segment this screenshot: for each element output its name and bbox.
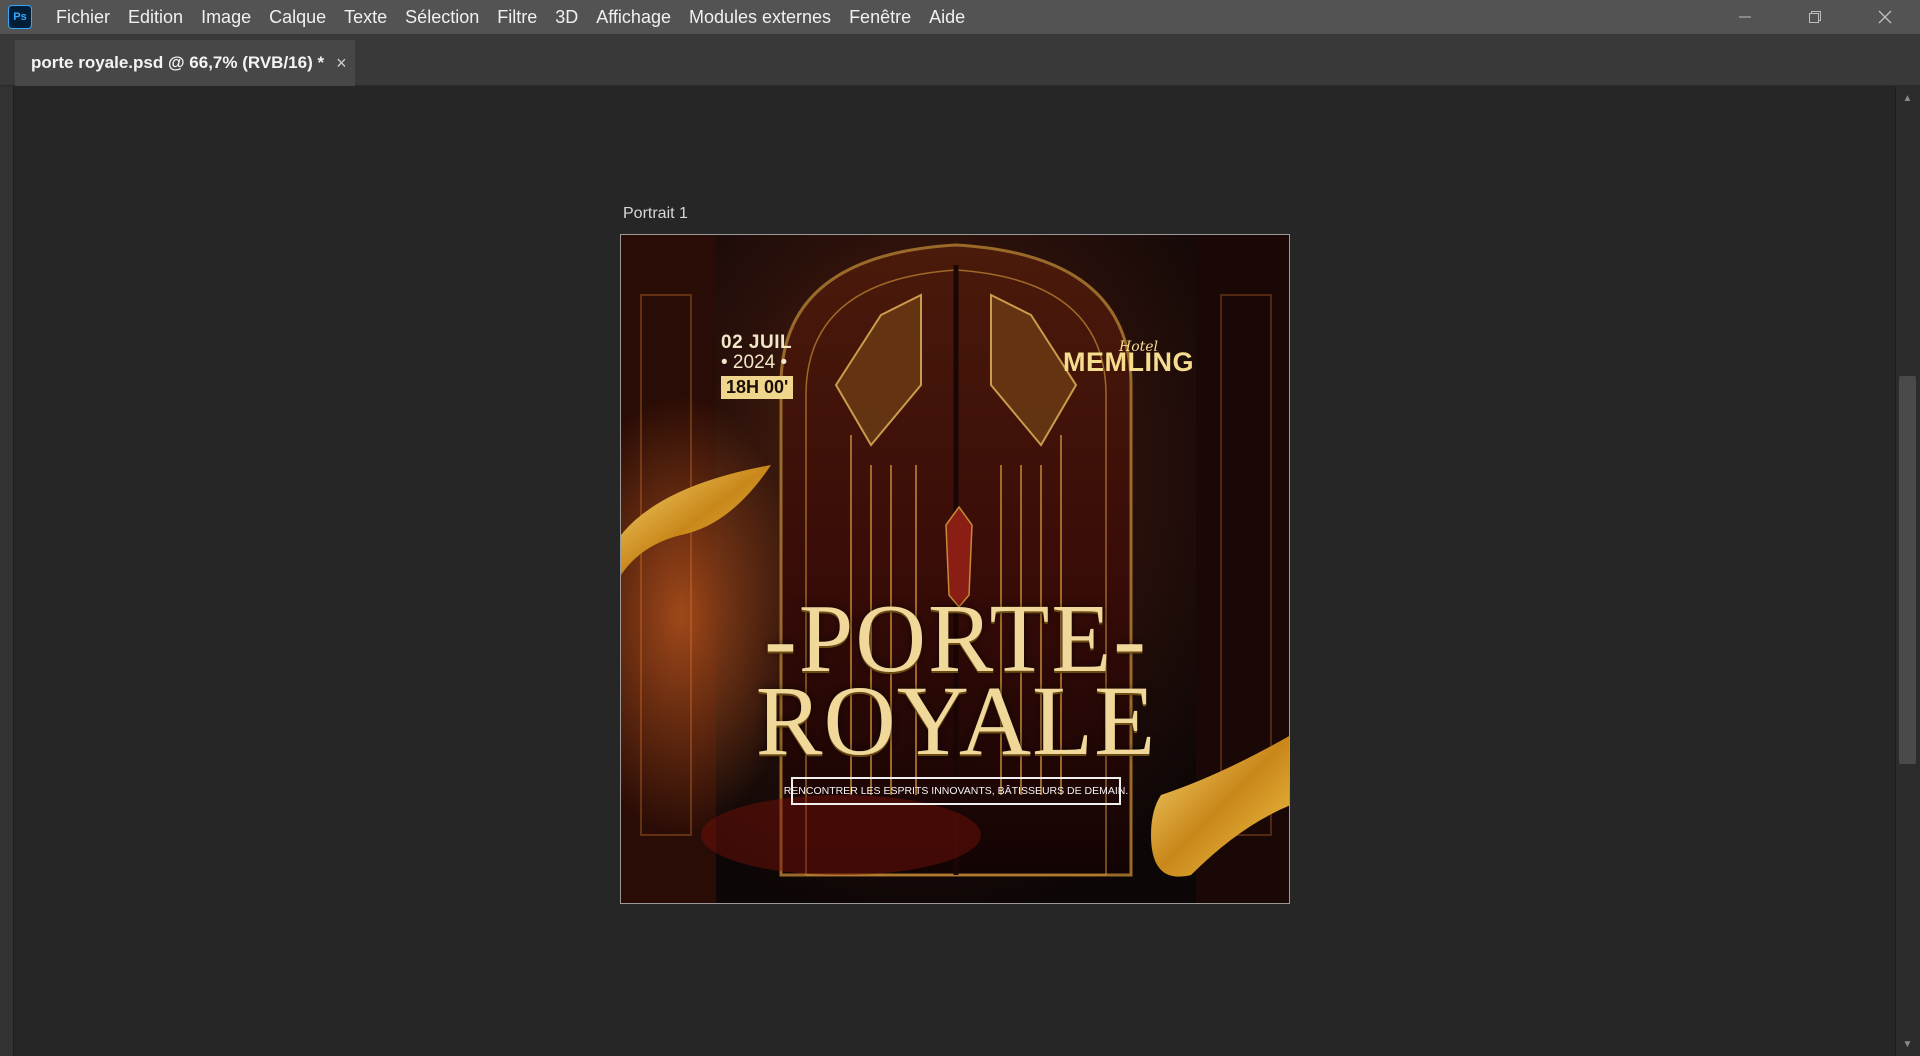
scroll-down-arrow-icon[interactable]: ▼ [1899, 1036, 1916, 1052]
event-date-block: 02 JUIL • 2024 • 18H 00' [721, 332, 794, 399]
event-time-badge: 18H 00' [721, 376, 794, 399]
scroll-up-arrow-icon[interactable]: ▲ [1899, 90, 1916, 106]
menu-bar: Ps Fichier Edition Image Calque Texte Sé… [0, 0, 1920, 34]
menu-modules-externes[interactable]: Modules externes [680, 0, 840, 34]
menu-aide[interactable]: Aide [920, 0, 974, 34]
poster-canvas[interactable]: 02 JUIL • 2024 • 18H 00' Hotel MEMLING -… [620, 234, 1290, 904]
brand-name: MEMLING [1063, 347, 1194, 377]
window-controls [1710, 0, 1920, 34]
tab-close-icon[interactable]: × [336, 53, 347, 74]
menu-image[interactable]: Image [192, 0, 260, 34]
restore-icon [1809, 11, 1821, 23]
document-tab[interactable]: porte royale.psd @ 66,7% (RVB/16) * × [15, 40, 355, 86]
menu-edition[interactable]: Edition [119, 0, 192, 34]
menu-filtre[interactable]: Filtre [488, 0, 546, 34]
minimize-icon [1739, 16, 1751, 18]
menu-fichier[interactable]: Fichier [47, 0, 119, 34]
menu-affichage[interactable]: Affichage [587, 0, 680, 34]
document-tab-title: porte royale.psd @ 66,7% (RVB/16) * [31, 53, 325, 72]
scrollbar-thumb[interactable] [1899, 376, 1916, 764]
document-tab-bar: porte royale.psd @ 66,7% (RVB/16) * × [0, 34, 1920, 86]
left-panel-edge [0, 86, 14, 1056]
menu-calque[interactable]: Calque [260, 0, 335, 34]
menu-selection[interactable]: Sélection [396, 0, 488, 34]
menu-texte[interactable]: Texte [335, 0, 396, 34]
restore-button[interactable] [1780, 0, 1850, 34]
minimize-button[interactable] [1710, 0, 1780, 34]
menu-3d[interactable]: 3D [546, 0, 587, 34]
poster-tagline: RENCONTRER LES ESPRITS INNOVANTS, BÂTISS… [784, 777, 1128, 805]
close-icon [1878, 10, 1892, 24]
event-date-year: • 2024 • [721, 352, 788, 373]
close-window-button[interactable] [1850, 0, 1920, 34]
photoshop-logo-icon[interactable]: Ps [8, 5, 32, 29]
menu-fenetre[interactable]: Fenêtre [840, 0, 920, 34]
event-date-day: 02 JUIL [721, 332, 793, 353]
artboard-label[interactable]: Portrait 1 [623, 205, 688, 223]
poster-title-line2: ROYALE [755, 665, 1157, 776]
